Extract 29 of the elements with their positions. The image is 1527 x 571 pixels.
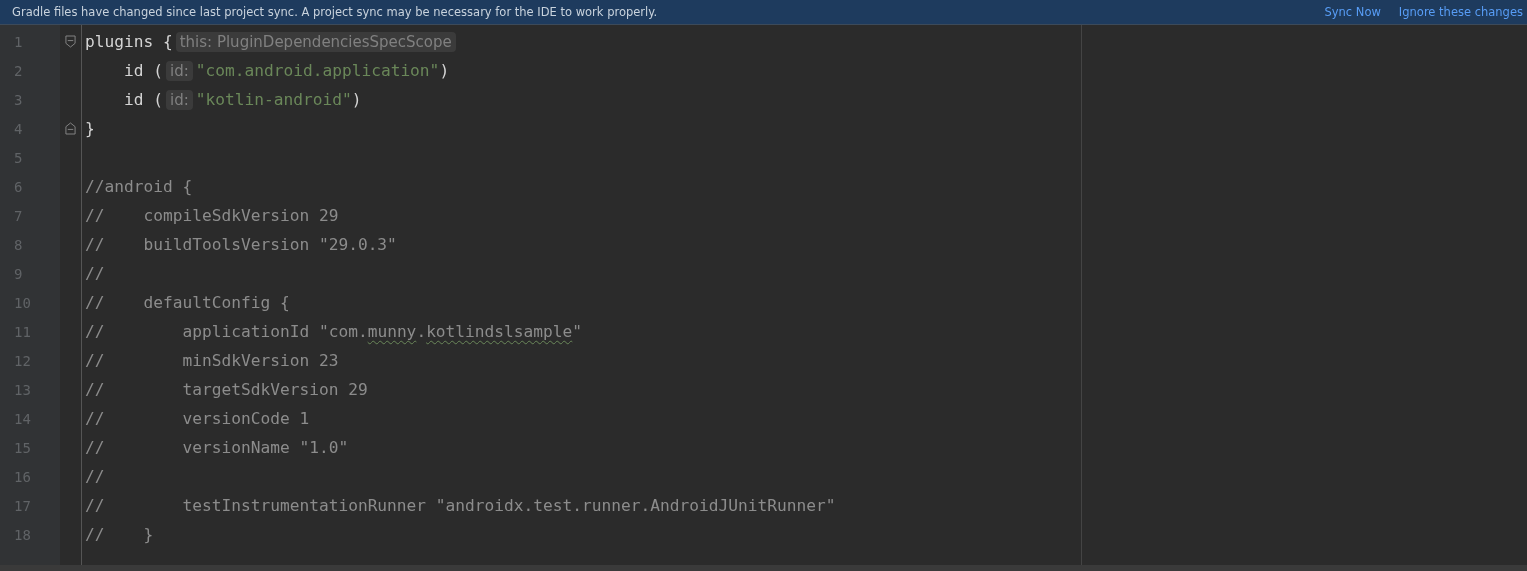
- fold-icon[interactable]: [65, 122, 76, 135]
- code-comment: // minSdkVersion 23: [85, 351, 339, 370]
- code-comment: // versionName "1.0": [85, 438, 349, 457]
- parameter-hint: this: PluginDependenciesSpecScope: [175, 31, 456, 52]
- code-text: id (: [122, 61, 163, 80]
- banner-link[interactable]: Ignore these changes: [1398, 5, 1523, 19]
- fold-icon[interactable]: [65, 35, 76, 48]
- code-comment: // buildToolsVersion "29.0.3": [85, 235, 397, 254]
- code-comment: //: [85, 467, 105, 486]
- code-comment: // applicationId "com.munny.kotlindslsample": [85, 322, 583, 341]
- code-text: ): [439, 61, 450, 80]
- code-comment: // versionCode 1: [85, 409, 310, 428]
- code-comment: // testInstrumentationRunner "androidx.test.runner.AndroidJUnitRunner": [85, 496, 836, 515]
- banner-message: Gradle files have changed since last project sync. A project sync may be necessary for the IDE to work properly.: [12, 5, 658, 19]
- code-text: }: [85, 119, 95, 138]
- code-comment: // defaultConfig {: [85, 293, 290, 312]
- code-comment: // compileSdkVersion 29: [85, 206, 339, 225]
- code-comment: //: [85, 264, 105, 283]
- code-text: id (: [122, 90, 163, 109]
- code-text: plugins {: [85, 32, 173, 51]
- parameter-hint: id:: [165, 60, 193, 81]
- string-literal: "com.android.application": [195, 61, 440, 80]
- code-comment: //android {: [85, 177, 193, 196]
- parameter-hint: id:: [165, 89, 193, 110]
- code-comment: // }: [85, 525, 154, 544]
- string-literal: "kotlin-android": [195, 90, 352, 109]
- code-text: ): [351, 90, 362, 109]
- banner-link[interactable]: Sync Now: [1324, 5, 1381, 19]
- code-comment: // targetSdkVersion 29: [85, 380, 368, 399]
